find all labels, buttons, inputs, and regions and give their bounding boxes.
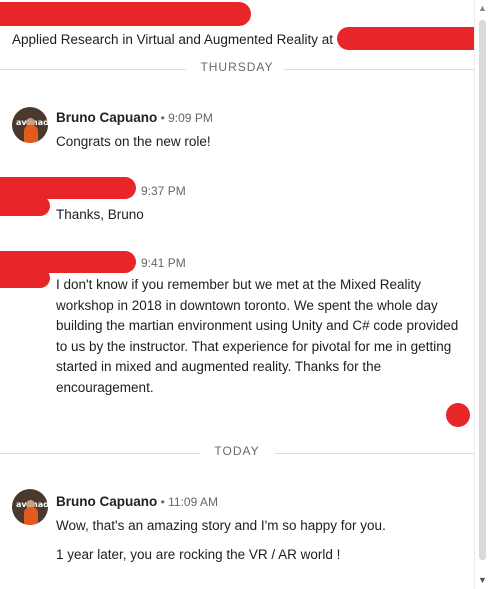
- message-separator: •: [157, 495, 169, 509]
- message-text: Wow, that's an amazing story and I'm so …: [56, 518, 386, 533]
- message-text: I don't know if you remember but we met …: [56, 277, 459, 395]
- sender-avatar[interactable]: avanad: [12, 107, 48, 143]
- message-text: 1 year later, you are rocking the VR / A…: [56, 547, 341, 562]
- message-text: Thanks, Bruno: [56, 207, 144, 222]
- message-header: Bruno Capuano • 11:09 AM: [56, 494, 218, 509]
- scrollbar[interactable]: ▲ ▼: [474, 0, 489, 589]
- date-divider-today: TODAY: [0, 444, 474, 462]
- message-text: Congrats on the new role!: [56, 134, 211, 149]
- sender-avatar[interactable]: avanad: [12, 489, 48, 525]
- message-time: 11:09 AM: [168, 495, 218, 509]
- scroll-down-arrow-icon[interactable]: ▼: [478, 575, 487, 585]
- message-time: 9:09 PM: [168, 111, 213, 125]
- message-header: Bruno Capuano • 9:09 PM: [56, 110, 213, 125]
- divider-line: [275, 453, 474, 454]
- read-receipt-avatar: [446, 403, 470, 427]
- avatar-figure: [24, 507, 38, 525]
- redacted-company: [337, 27, 489, 50]
- scroll-up-arrow-icon[interactable]: ▲: [478, 3, 487, 13]
- date-divider-label: TODAY: [214, 444, 260, 458]
- sender-name[interactable]: Bruno Capuano: [56, 494, 157, 509]
- profile-headline: Applied Research in Virtual and Augmente…: [12, 32, 333, 47]
- divider-line: [284, 69, 474, 70]
- message-separator: •: [157, 111, 169, 125]
- message-time: 9:41 PM: [141, 256, 186, 270]
- message-time: 9:37 PM: [141, 184, 186, 198]
- sender-name[interactable]: Bruno Capuano: [56, 110, 157, 125]
- date-divider-label: THURSDAY: [200, 60, 274, 74]
- scrollbar-thumb[interactable]: [479, 20, 486, 560]
- date-divider-thursday: THURSDAY: [0, 60, 474, 78]
- avatar-figure: [24, 125, 38, 143]
- redacted-name-top: [0, 2, 251, 26]
- redacted-avatar: [0, 268, 50, 288]
- redacted-avatar: [0, 196, 50, 216]
